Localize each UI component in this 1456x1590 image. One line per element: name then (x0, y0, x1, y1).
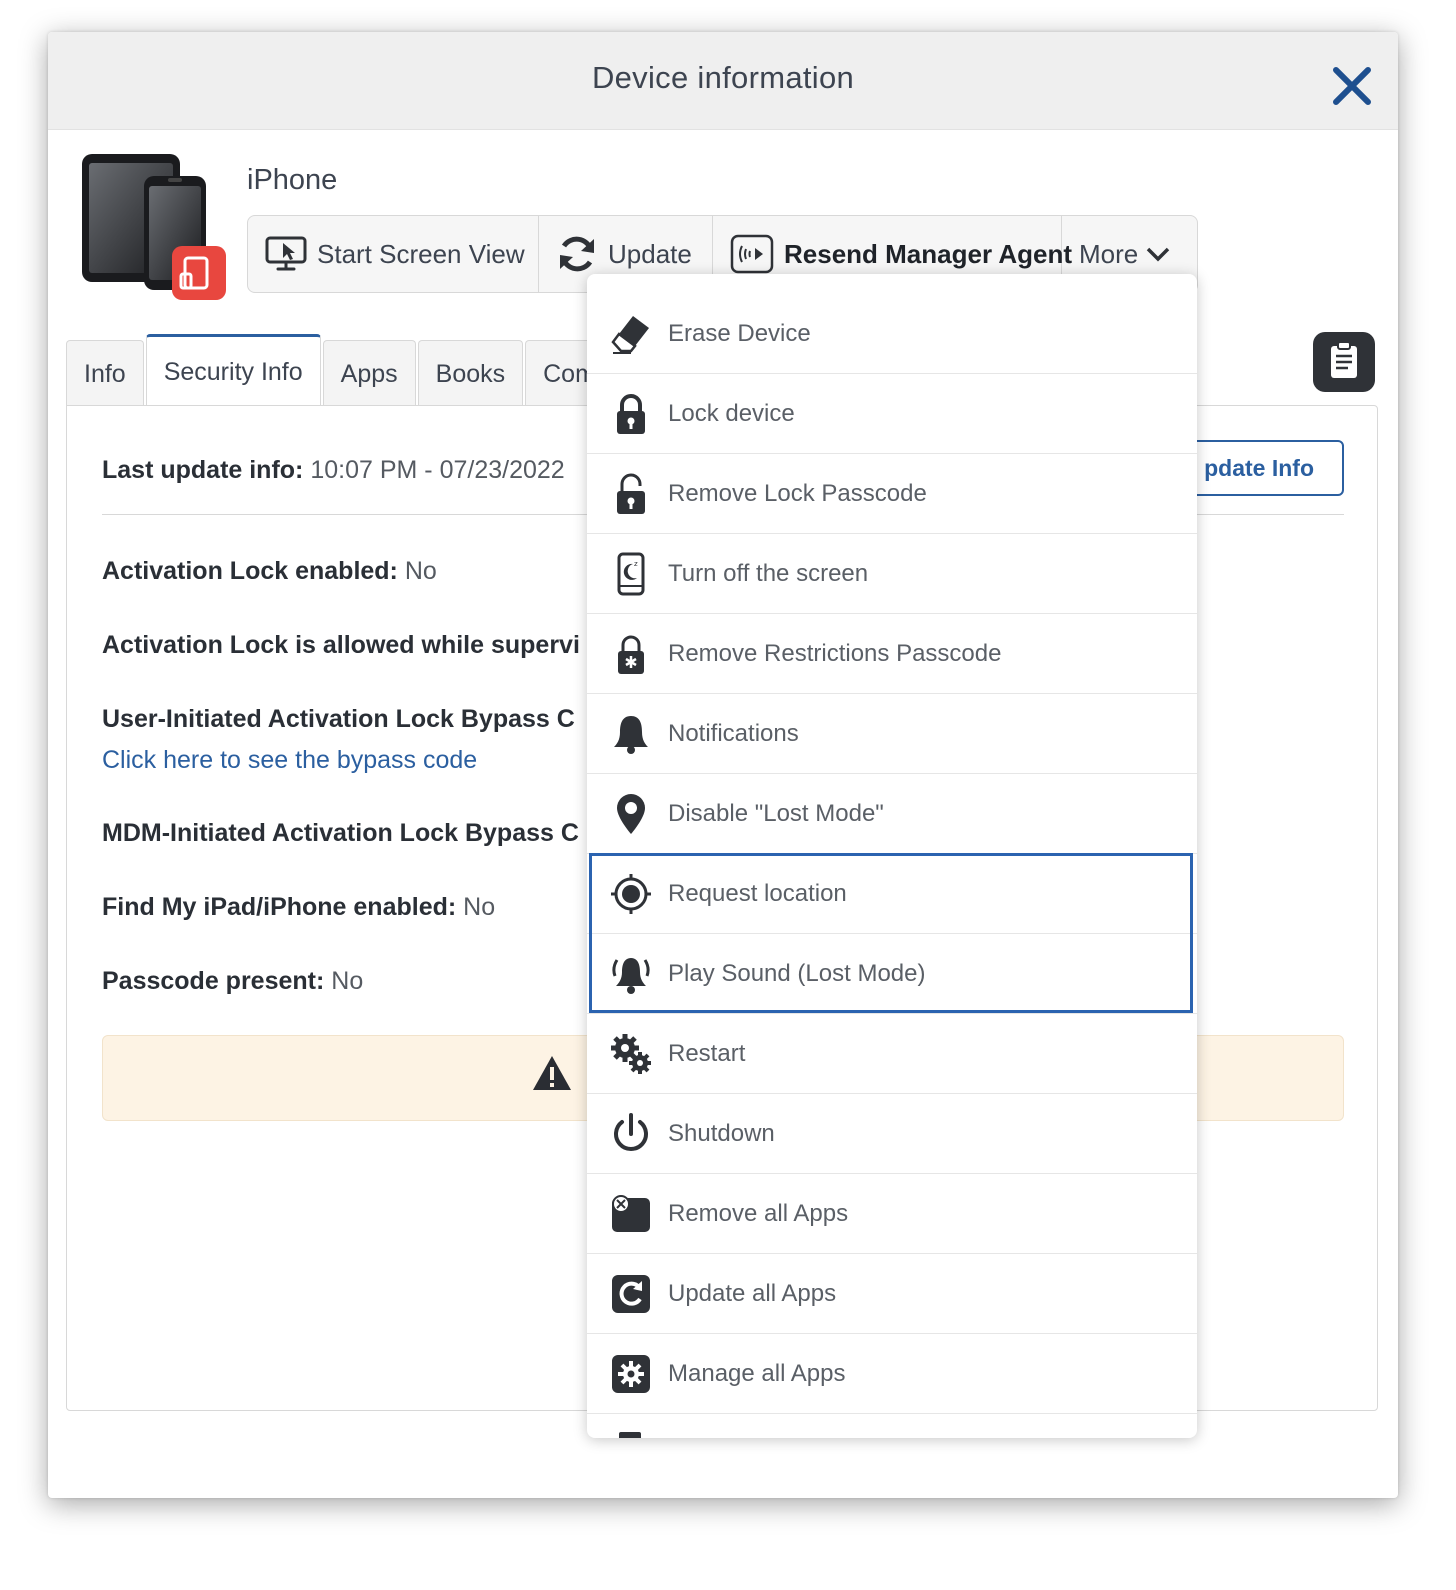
passcode-value: No (331, 967, 364, 995)
last-update-label: Last update info: (102, 456, 304, 484)
activation-allowed-label: Activation Lock is allowed while supervi (102, 631, 580, 659)
start-screen-view-label: Start Screen View (317, 238, 525, 269)
monitor-cursor-icon (265, 236, 307, 271)
notes-icon (1331, 341, 1357, 378)
activation-lock-enabled: Activation Lock enabled: No (102, 557, 437, 586)
passcode-present: Passcode present: No (102, 967, 363, 996)
tab-books[interactable]: Books (417, 340, 524, 408)
restrictions-lock-icon (618, 635, 644, 674)
tab-apps[interactable]: Apps (322, 340, 416, 408)
menu-item-restart[interactable]: Restart (587, 1014, 1197, 1094)
menu-item-manage-all-apps[interactable]: Manage all Apps (587, 1334, 1197, 1414)
close-button[interactable] (1330, 64, 1374, 108)
remove-apps-icon (612, 1194, 650, 1232)
menu-item-shutdown[interactable]: Shutdown (587, 1094, 1197, 1174)
close-icon (1333, 67, 1371, 105)
mdm-bypass-label: MDM-Initiated Activation Lock Bypass C (102, 819, 579, 847)
tab-info[interactable]: Info (66, 340, 144, 408)
next-menu-item-partial (619, 1432, 641, 1438)
device-name: iPhone (247, 164, 338, 196)
refresh-icon (560, 236, 594, 272)
menu-item-request-location[interactable]: Request location (587, 854, 1197, 934)
mdm-initiated-bypass: MDM-Initiated Activation Lock Bypass C (102, 819, 579, 848)
activation-lock-value: No (404, 557, 437, 585)
start-screen-view-button[interactable]: Start Screen View (248, 216, 539, 292)
user-bypass-label: User-Initiated Activation Lock Bypass C (102, 705, 575, 733)
warning-icon (533, 1056, 571, 1090)
tab-security-info[interactable]: Security Info (145, 334, 321, 408)
menu-item-label: Remove Lock Passcode (668, 479, 927, 507)
device-tabs: Info Security Info Apps Books Comr (66, 334, 617, 408)
menu-item-label: Remove Restrictions Passcode (668, 639, 1002, 667)
menu-item-remove-lock-passcode[interactable]: Remove Lock Passcode (587, 454, 1197, 534)
menu-item-label: Shutdown (668, 1119, 775, 1147)
ipad-iphone-icon (82, 154, 226, 300)
menu-item-label: Manage all Apps (668, 1359, 846, 1387)
menu-item-update-all-apps[interactable]: Update all Apps (587, 1254, 1197, 1334)
modal-header: Device information (48, 32, 1398, 130)
menu-item-label: Notifications (668, 719, 799, 747)
menu-item-disable-lost-mode[interactable]: Disable "Lost Mode" (587, 774, 1197, 854)
chevron-down-icon (1147, 247, 1170, 262)
target-icon (611, 873, 651, 914)
update-apps-icon (612, 1274, 650, 1313)
phone-sleep-icon: z (617, 552, 645, 595)
menu-item-label: Remove all Apps (668, 1199, 849, 1227)
user-initiated-bypass: User-Initiated Activation Lock Bypass C (102, 705, 575, 734)
bell-icon (614, 715, 648, 754)
find-my-enabled: Find My iPad/iPhone enabled: No (102, 893, 495, 922)
more-actions-menu: Erase Device Lock device Remove Lock Pas… (587, 274, 1197, 1438)
ringing-bell-icon (612, 957, 650, 994)
eraser-icon (611, 315, 649, 354)
menu-item-turn-off-screen[interactable]: z Turn off the screen (587, 534, 1197, 614)
menu-item-remove-restrictions-passcode[interactable]: Remove Restrictions Passcode (587, 614, 1197, 694)
menu-item-lock-device[interactable]: Lock device (587, 374, 1197, 454)
last-update-value: 10:07 PM - 07/23/2022 (310, 456, 565, 484)
modal-title: Device information (591, 60, 855, 95)
map-pin-icon (617, 793, 645, 834)
broadcast-icon (730, 234, 774, 274)
menu-item-notifications[interactable]: Notifications (587, 694, 1197, 774)
activation-lock-allowed: Activation Lock is allowed while supervi (102, 631, 580, 660)
menu-item-play-sound[interactable]: Play Sound (Lost Mode) (587, 934, 1197, 1014)
menu-item-label: Lock device (668, 399, 795, 427)
passcode-label: Passcode present: (102, 967, 325, 995)
find-my-value: No (463, 893, 496, 921)
svg-text:z: z (634, 560, 638, 568)
last-update-info: Last update info: 10:07 PM - 07/23/2022 (102, 456, 565, 485)
unlock-icon (617, 473, 645, 514)
menu-item-label: Update all Apps (668, 1279, 837, 1307)
menu-item-erase-device[interactable]: Erase Device (587, 294, 1197, 374)
resend-manager-agent-label: Resend Manager Agent (784, 238, 1072, 269)
menu-item-label: Restart (668, 1039, 746, 1067)
menu-item-label: Request location (668, 879, 847, 907)
more-label: More (1079, 238, 1139, 269)
bypass-code-link[interactable]: Click here to see the bypass code (102, 746, 477, 775)
manage-apps-icon (612, 1354, 650, 1393)
menu-item-label: Disable "Lost Mode" (668, 799, 884, 827)
gears-icon (611, 1033, 651, 1074)
power-icon (614, 1112, 648, 1151)
find-my-label: Find My iPad/iPhone enabled: (102, 893, 457, 921)
menu-item-label: Play Sound (Lost Mode) (668, 959, 926, 987)
menu-item-remove-all-apps[interactable]: Remove all Apps (587, 1174, 1197, 1254)
menu-item-label: Erase Device (668, 319, 811, 347)
update-label: Update (608, 238, 692, 269)
device-image (80, 150, 230, 305)
notes-button[interactable] (1313, 332, 1375, 392)
lock-icon (617, 393, 645, 434)
activation-lock-label: Activation Lock enabled: (102, 557, 398, 585)
menu-item-label: Turn off the screen (668, 559, 869, 587)
